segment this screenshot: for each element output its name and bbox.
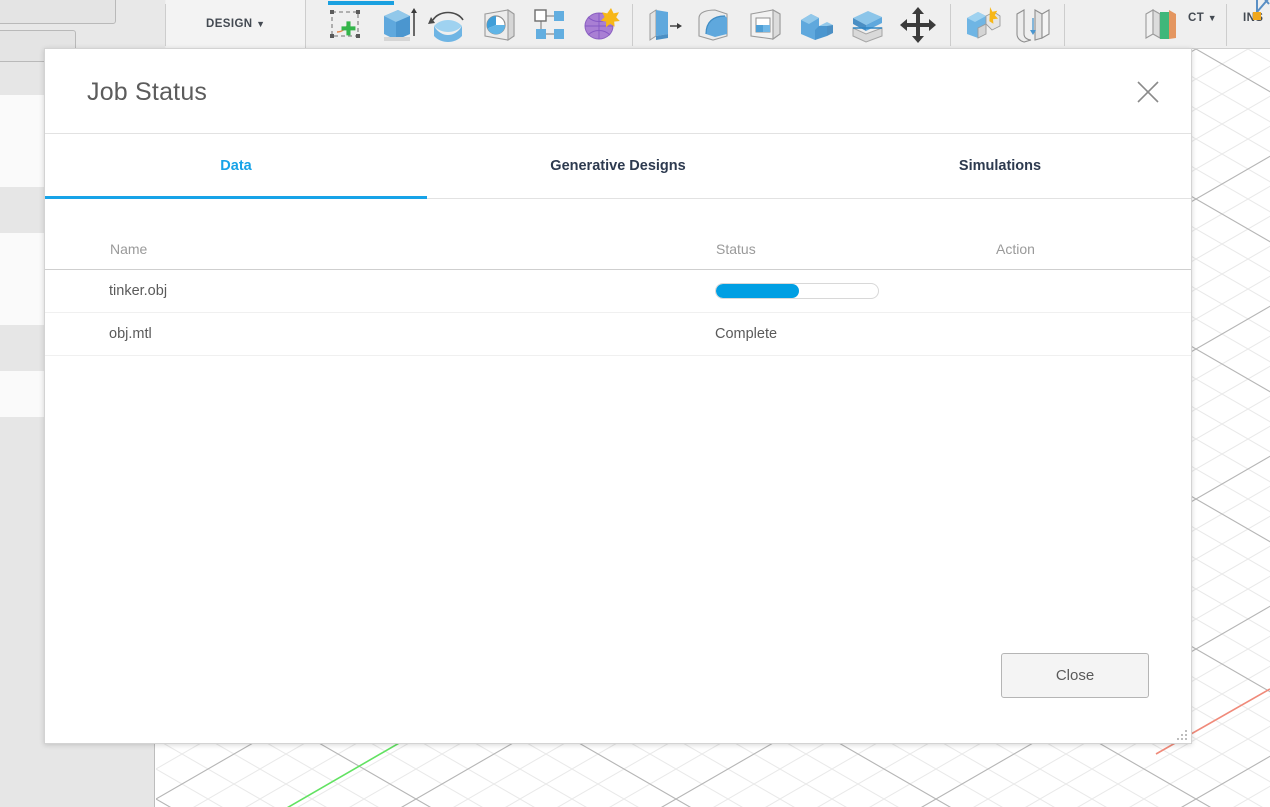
toolbar-divider xyxy=(1226,4,1227,46)
tab-generative-designs-label: Generative Designs xyxy=(550,158,686,174)
file-name: obj.mtl xyxy=(109,326,152,342)
hole-icon[interactable] xyxy=(478,4,520,46)
tab-data-label: Data xyxy=(220,158,252,174)
top-toolbar: ople ew Fol DESIGN ▼ xyxy=(0,0,1270,62)
job-status-dialog: Job Status Data Generative Designs Simul… xyxy=(44,48,1192,744)
status-cell xyxy=(715,283,879,299)
tab-data[interactable]: Data xyxy=(45,134,427,199)
toolbar-divider xyxy=(632,4,633,46)
rectangular-pattern-icon[interactable] xyxy=(529,4,571,46)
dialog-tabs: Data Generative Designs Simulations xyxy=(45,134,1191,199)
toolbar-divider xyxy=(950,4,951,46)
construct-menu[interactable]: CT ▼ xyxy=(1188,12,1217,24)
page-title: Job Status xyxy=(87,78,208,106)
shell-icon[interactable] xyxy=(744,4,786,46)
column-header-action: Action xyxy=(996,241,1035,257)
application-window: ople ew Fol DESIGN ▼ xyxy=(0,0,1270,807)
revolve-icon[interactable] xyxy=(427,4,469,46)
sheet-metal-flange-icon[interactable] xyxy=(1011,4,1053,46)
design-workspace-label: DESIGN xyxy=(206,18,253,30)
tab-simulations-label: Simulations xyxy=(958,158,1042,174)
create-sketch-icon[interactable] xyxy=(325,4,367,46)
dialog-footer: Close xyxy=(45,633,1191,743)
fillet-icon[interactable] xyxy=(693,4,735,46)
chevron-down-icon: ▼ xyxy=(256,19,266,29)
move-copy-icon[interactable] xyxy=(897,4,939,46)
column-header-name: Name xyxy=(110,241,148,257)
column-header-status: Status xyxy=(716,241,756,257)
progress-bar-fill xyxy=(716,284,799,298)
extrude-icon[interactable] xyxy=(376,4,418,46)
people-button[interactable]: ople xyxy=(0,0,116,24)
combine-icon[interactable] xyxy=(795,4,837,46)
appearance-icon[interactable] xyxy=(1140,4,1182,46)
press-pull-icon[interactable] xyxy=(642,4,684,46)
design-workspace-menu[interactable]: DESIGN ▼ xyxy=(206,0,265,49)
construct-menu-label: CT xyxy=(1188,12,1205,24)
mirror-icon[interactable] xyxy=(960,4,1002,46)
status-badge: Complete xyxy=(715,326,778,342)
chevron-down-icon: ▼ xyxy=(1207,13,1218,23)
toolbar-divider xyxy=(1064,4,1065,46)
table-row[interactable]: obj.mtl Complete xyxy=(45,313,1191,356)
close-button[interactable]: Close xyxy=(1001,653,1149,698)
tab-simulations[interactable]: Simulations xyxy=(809,134,1191,198)
create-form-icon[interactable] xyxy=(580,4,622,46)
file-name: tinker.obj xyxy=(109,283,168,299)
table-header-row: Name Status Action xyxy=(45,199,1191,270)
table-row[interactable]: tinker.obj xyxy=(45,270,1191,313)
dialog-header: Job Status xyxy=(45,49,1191,134)
tab-generative-designs[interactable]: Generative Designs xyxy=(427,134,809,198)
jobs-table: Name Status Action tinker.obj obj.mtl Co… xyxy=(45,199,1191,356)
resize-grip-handle[interactable] xyxy=(1175,728,1187,740)
inspect-tool-icon[interactable] xyxy=(1249,0,1270,24)
offset-face-icon[interactable] xyxy=(846,4,888,46)
workspace-menu-panel[interactable]: DESIGN ▼ xyxy=(166,0,306,49)
close-icon[interactable] xyxy=(1135,79,1161,105)
progress-bar xyxy=(715,283,879,299)
